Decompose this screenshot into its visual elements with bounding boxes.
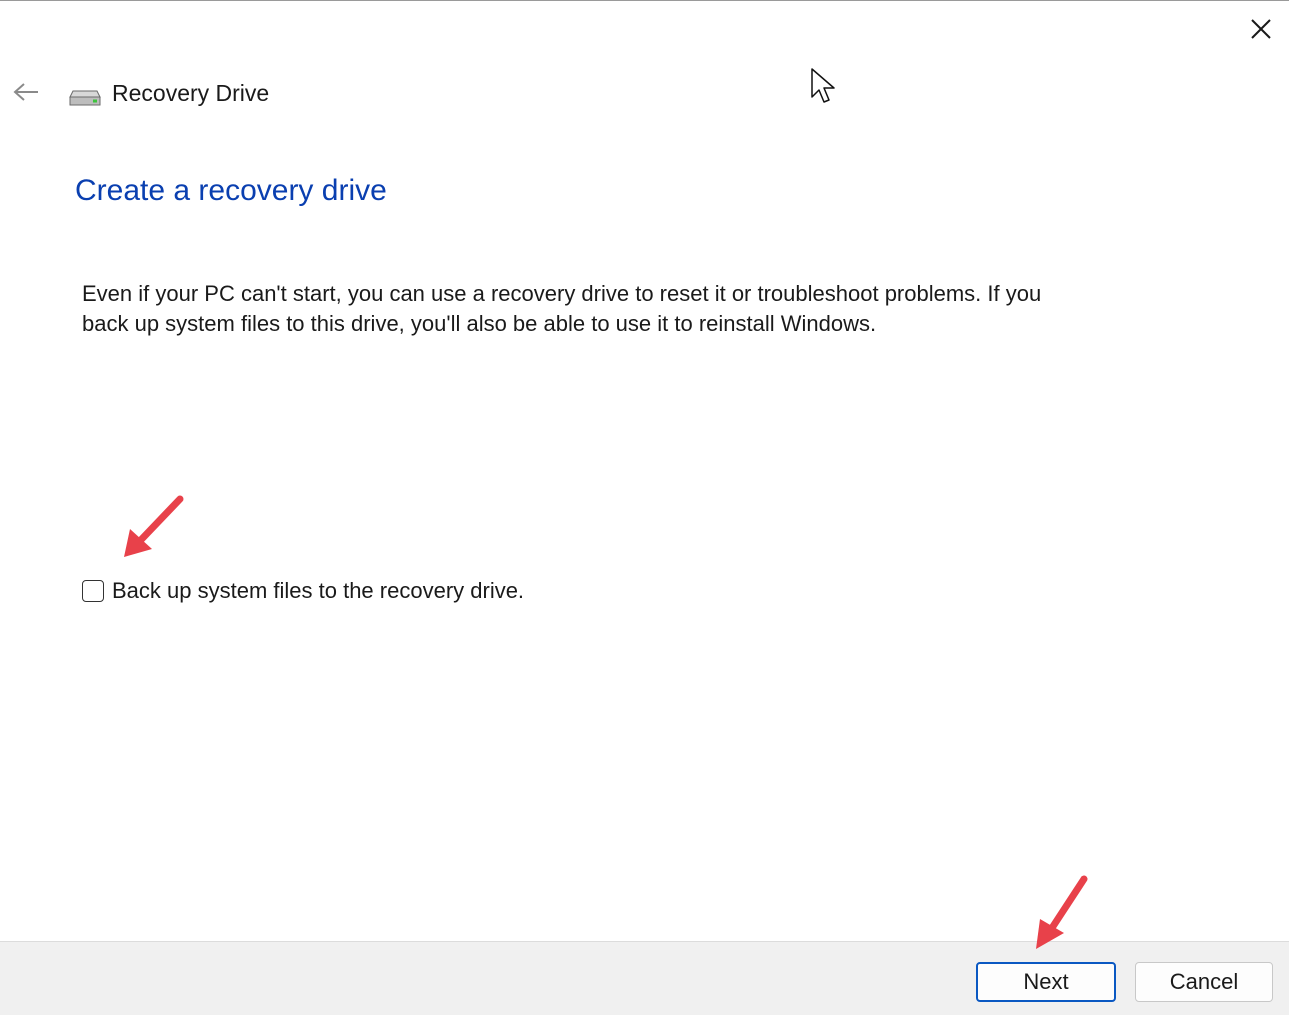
next-button[interactable]: Next [976,962,1116,1002]
cancel-button[interactable]: Cancel [1135,962,1273,1002]
annotation-arrow-icon [124,495,184,557]
close-button[interactable] [1241,9,1281,49]
recovery-drive-window: Recovery Drive Create a recovery drive E… [0,0,1289,1015]
description-text: Even if your PC can't start, you can use… [82,281,1042,336]
close-icon [1251,19,1271,39]
page-title: Create a recovery drive [75,174,387,207]
drive-icon [69,90,101,106]
backup-system-files-label[interactable]: Back up system files to the recovery dri… [112,576,524,606]
back-arrow-icon [13,83,38,101]
window-title: Recovery Drive [112,80,270,106]
mouse-pointer-icon [811,68,835,103]
back-button[interactable] [8,75,44,109]
backup-system-files-checkbox[interactable] [82,580,104,602]
footer-bar: Next Cancel [0,941,1289,1015]
backup-system-files-option[interactable]: Back up system files to the recovery dri… [82,576,524,606]
